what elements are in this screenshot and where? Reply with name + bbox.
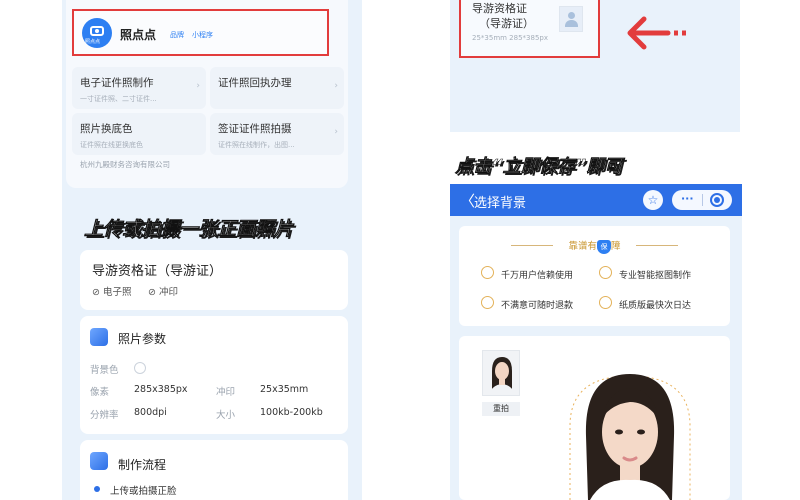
- mini-program-badge: 小程序: [192, 31, 213, 39]
- chevron-right-icon: ›: [334, 127, 338, 137]
- instruction-banner-left: 上传或拍摄一张正面照片: [80, 214, 342, 241]
- refund-icon: [481, 296, 494, 309]
- photo-thumbnail[interactable]: [482, 350, 520, 396]
- service-receipt[interactable]: 证件照回执办理 ›: [210, 67, 344, 109]
- service-electronic-photo[interactable]: 电子证件照制作 一寸证件照、二寸证件... ›: [72, 67, 206, 109]
- guarantee-heading: 靠谱有保障: [568, 239, 621, 254]
- chevron-right-icon: ›: [334, 81, 338, 91]
- chevron-right-icon: ›: [196, 81, 200, 91]
- red-arrow-icon: [627, 16, 686, 50]
- id-photo-preview: [569, 374, 691, 500]
- more-icon[interactable]: ···: [681, 192, 694, 205]
- option-electronic: 电子照: [103, 287, 132, 298]
- process-step-1: 上传或拍摄正脸: [110, 486, 177, 497]
- company-name: 杭州九殿财务咨询有限公司: [80, 160, 170, 169]
- process-icon: [90, 452, 108, 470]
- mini-program-capsule: ···: [672, 190, 732, 210]
- users-icon: [481, 266, 494, 279]
- instruction-banner-right: 点击“立即保存”即可: [455, 156, 623, 178]
- service-change-background[interactable]: 照片换底色 证件照在线更换底色: [72, 113, 206, 155]
- bg-color-label: 背景色: [90, 365, 119, 376]
- retake-button[interactable]: 重拍: [482, 402, 520, 416]
- photo-preview-area: 重拍: [459, 336, 730, 500]
- certificate-card[interactable]: 导游资格证（导游证） ⊘ 电子照 ⊘ 冲印: [80, 250, 348, 310]
- delivery-icon: [599, 296, 612, 309]
- right-top-screenshot: 导游资格证 （导游证） 25*35mm 285*385px: [450, 0, 740, 132]
- app-name: 照点点: [120, 28, 157, 42]
- back-icon[interactable]: 〈: [460, 190, 475, 211]
- certificate-title: 导游资格证（导游证）: [92, 264, 223, 279]
- process-card: 制作流程 上传或拍摄正脸: [80, 440, 348, 500]
- check-circle-icon: ⊘: [148, 287, 156, 298]
- left-screenshot-panel: 照点点 照点点 品牌 小程序 电子证件照制作 一寸证件照、二寸证件... › 证…: [62, 0, 362, 500]
- guarantee-card: 靠谱有保障 千万用户信赖使用 专业智能抠图制作 不满意可随时退款 纸质版最快次日…: [459, 226, 730, 326]
- option-print: 冲印: [159, 287, 179, 298]
- bg-color-swatch[interactable]: [134, 362, 146, 374]
- app-result-row-highlighted[interactable]: 照点点 照点点 品牌 小程序: [72, 9, 329, 56]
- service-visa-photo[interactable]: 签证证件照拍摄 证件照在线制作，出图... ›: [210, 113, 344, 155]
- pixel-value: 285x385px: [134, 384, 188, 395]
- certificate-size: 25*35mm 285*385px: [472, 34, 548, 42]
- dpi-value: 800dpi: [134, 407, 167, 418]
- camera-icon: 照点点: [82, 18, 112, 48]
- bulb-icon: [599, 266, 612, 279]
- print-value: 25x35mm: [260, 384, 309, 395]
- user-placeholder-icon: [559, 6, 583, 32]
- selected-certificate-highlighted[interactable]: 导游资格证 （导游证） 25*35mm 285*385px: [459, 0, 600, 58]
- search-result-card: 照点点 照点点 品牌 小程序 电子证件照制作 一寸证件照、二寸证件... › 证…: [66, 0, 348, 188]
- nav-title: 选择背景: [474, 196, 527, 211]
- photo-params-card: 照片参数 背景色 像素 285x385px 冲印 25x35mm 分辨率 800…: [80, 316, 348, 434]
- shield-icon: 保: [597, 239, 611, 254]
- star-icon[interactable]: ☆: [643, 190, 663, 210]
- params-title: 照片参数: [118, 332, 167, 346]
- check-circle-icon: ⊘: [92, 287, 100, 298]
- record-icon[interactable]: [710, 193, 724, 207]
- nav-bar: 〈 选择背景 ☆ ···: [450, 184, 742, 216]
- right-bottom-screenshot: 〈 选择背景 ☆ ··· 靠谱有保障 千万用户信赖使用 专业智能抠图制作 不满意…: [450, 184, 742, 500]
- params-icon: [90, 328, 108, 346]
- size-value: 100kb-200kb: [260, 407, 323, 418]
- brand-badge: 品牌: [170, 31, 184, 39]
- process-title: 制作流程: [118, 458, 167, 472]
